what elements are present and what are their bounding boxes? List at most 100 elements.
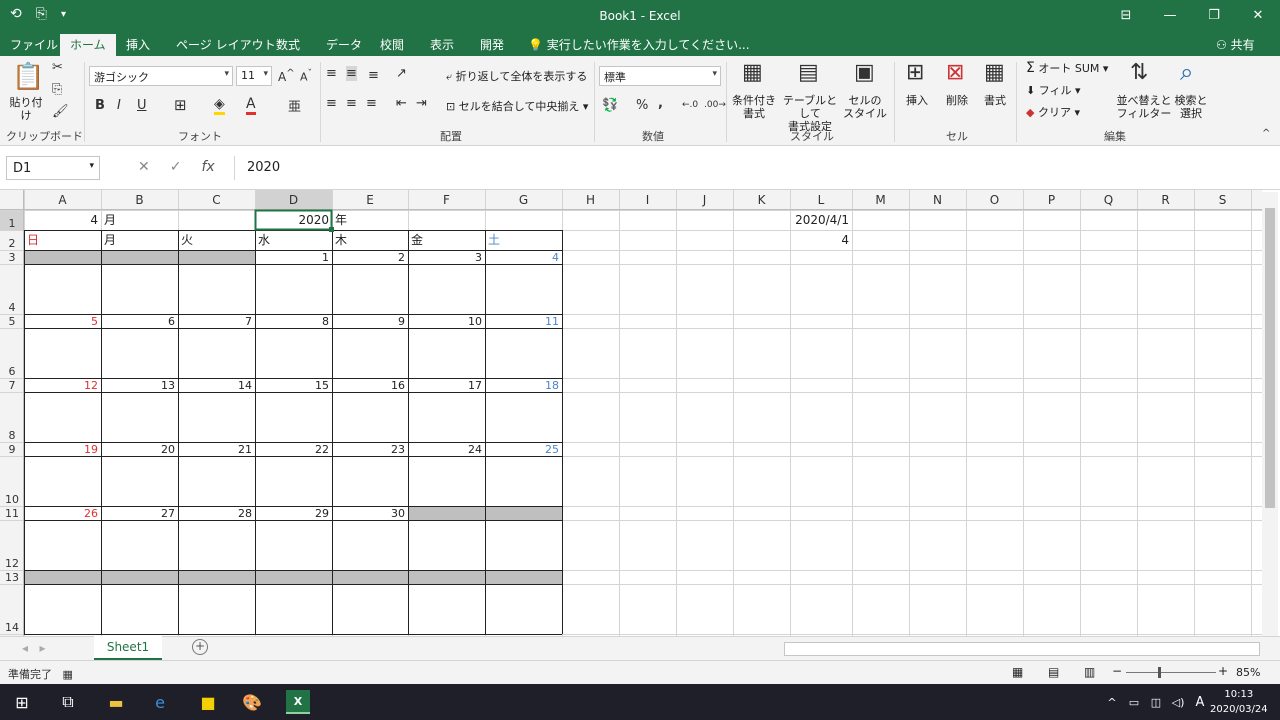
calendar-day[interactable]: 12 [84, 379, 98, 392]
calendar-day[interactable]: 3 [475, 251, 482, 264]
row-header-2[interactable]: 2 [9, 237, 16, 250]
fill-button[interactable]: ⬇ フィル ▾ [1026, 84, 1081, 97]
column-header-I[interactable]: I [646, 193, 650, 207]
column-header-D[interactable]: D [289, 193, 298, 207]
cell-E2[interactable]: 木 [335, 233, 347, 247]
tray-chevron-icon[interactable]: ^ [1100, 690, 1124, 714]
calendar-day[interactable]: 15 [315, 379, 329, 392]
calendar-day[interactable]: 1 [322, 251, 329, 264]
calendar-day[interactable]: 10 [468, 315, 482, 328]
calendar-day[interactable]: 24 [468, 443, 482, 456]
tab-formulas[interactable]: 数式 [276, 36, 300, 53]
normal-view-icon[interactable]: ▦ [1012, 665, 1023, 679]
ime-indicator[interactable]: A [1188, 690, 1212, 714]
cell-B1[interactable]: 月 [104, 213, 116, 227]
vertical-scroll-thumb[interactable] [1265, 208, 1275, 508]
row-header-4[interactable]: 4 [9, 301, 16, 314]
gray-cell[interactable] [101, 250, 178, 264]
cell-E1[interactable]: 年 [335, 213, 347, 227]
calendar-day[interactable]: 11 [545, 315, 559, 328]
sheet-nav-arrows[interactable]: ◂ ▸ [22, 641, 46, 655]
add-sheet-icon[interactable]: + [192, 639, 208, 655]
calendar-day[interactable]: 9 [398, 315, 405, 328]
tab-developer[interactable]: 開発 [480, 36, 504, 53]
orientation-icon[interactable]: ↗ [396, 66, 407, 81]
wrap-text-button[interactable]: ⤶ 折り返して全体を表示する [446, 70, 587, 83]
ribbon-display-icon[interactable]: ⊟ [1104, 0, 1148, 30]
sheet-tab-sheet1[interactable]: Sheet1 [94, 636, 162, 660]
cell-D1[interactable]: 2020 [298, 213, 329, 227]
row-header-10[interactable]: 10 [5, 493, 19, 506]
insert-cells-icon[interactable]: ⊞ [906, 60, 924, 85]
cell-C2[interactable]: 火 [181, 233, 193, 247]
row-header-14[interactable]: 14 [5, 621, 19, 634]
column-header-P[interactable]: P [1048, 193, 1055, 207]
calendar-day[interactable]: 28 [238, 507, 252, 520]
format-cells-button[interactable]: 書式 [980, 94, 1010, 107]
cell-B2[interactable]: 月 [104, 233, 116, 247]
close-icon[interactable]: ✕ [1236, 0, 1280, 30]
font-name-dropdown[interactable]: 游ゴシック [89, 66, 233, 86]
sort-filter-icon[interactable]: ⇅ [1130, 60, 1148, 85]
column-header-Q[interactable]: Q [1104, 193, 1113, 207]
zoom-in-icon[interactable]: + [1218, 664, 1228, 678]
tab-file[interactable]: ファイル [10, 36, 58, 53]
page-break-view-icon[interactable]: ▥ [1084, 665, 1095, 679]
row-header-11[interactable]: 11 [5, 507, 19, 520]
calendar-day[interactable]: 27 [161, 507, 175, 520]
cancel-icon[interactable]: ✕ [138, 159, 150, 175]
gray-cell[interactable] [24, 570, 101, 584]
paste-icon[interactable]: 📋 [12, 62, 44, 92]
tab-insert[interactable]: 挿入 [126, 36, 150, 53]
sort-filter-button[interactable]: 並べ替えと フィルター [1116, 94, 1172, 120]
calendar-day[interactable]: 2 [398, 251, 405, 264]
calendar-day[interactable]: 20 [161, 443, 175, 456]
cell-D2[interactable]: 水 [258, 233, 270, 247]
calendar-day[interactable]: 5 [91, 315, 98, 328]
row-header-9[interactable]: 9 [9, 443, 16, 456]
cell-L2[interactable]: 4 [841, 233, 849, 247]
row-header-13[interactable]: 13 [5, 571, 19, 584]
cell-A1[interactable]: 4 [90, 213, 98, 227]
column-header-L[interactable]: L [818, 193, 825, 207]
tab-home[interactable]: ホーム [60, 34, 116, 56]
zoom-out-icon[interactable]: − [1112, 664, 1122, 678]
align-left-icon[interactable]: ≡ [326, 96, 337, 111]
tab-view[interactable]: 表示 [430, 36, 454, 53]
gray-cell[interactable] [255, 570, 332, 584]
calendar-day[interactable]: 18 [545, 379, 559, 392]
calendar-day[interactable]: 13 [161, 379, 175, 392]
underline-button[interactable]: U [137, 98, 147, 113]
calendar-day[interactable]: 23 [391, 443, 405, 456]
taskbar-clock[interactable]: 10:13 2020/03/24 [1210, 687, 1268, 717]
insert-function-icon[interactable]: fx [201, 159, 214, 175]
calendar-day[interactable]: 30 [391, 507, 405, 520]
cell-styles-button[interactable]: セルの スタイル [842, 94, 888, 120]
column-header-G[interactable]: G [519, 193, 528, 207]
enter-icon[interactable]: ✓ [170, 159, 182, 175]
increase-decimal-icon[interactable]: ←.0 [682, 100, 698, 110]
delete-cells-button[interactable]: 削除 [942, 94, 972, 107]
align-center-icon[interactable]: ≡ [346, 96, 357, 111]
gray-cell[interactable] [485, 570, 562, 584]
formula-input[interactable]: 2020 [234, 156, 1274, 180]
decrease-decimal-icon[interactable]: .00→ [704, 100, 726, 110]
calendar-day[interactable]: 17 [468, 379, 482, 392]
calendar-day[interactable]: 26 [84, 507, 98, 520]
row-header-12[interactable]: 12 [5, 557, 19, 570]
increase-font-icon[interactable]: A^ [278, 68, 295, 84]
calendar-day[interactable]: 22 [315, 443, 329, 456]
calendar-day[interactable]: 7 [245, 315, 252, 328]
share-button[interactable]: ⚇ 共有 [1212, 34, 1264, 54]
tab-page-layout[interactable]: ページ レイアウト [176, 36, 276, 53]
phonetic-icon[interactable]: 亜 [288, 96, 301, 115]
gray-cell[interactable] [408, 570, 485, 584]
fill-handle[interactable] [329, 227, 334, 232]
worksheet-grid[interactable]: A B C D E F G H I J K L M N O P Q R S 1 2 3 4 5 6 7 8 9 10 11 12 13 14 4 月… [0, 190, 1280, 636]
calendar-day[interactable]: 8 [322, 315, 329, 328]
column-header-O[interactable]: O [990, 193, 999, 207]
zoom-slider[interactable] [1126, 672, 1216, 673]
sticky-notes-icon[interactable]: ■ [196, 690, 220, 714]
column-header-K[interactable]: K [758, 193, 767, 207]
cut-icon[interactable]: ✂ [52, 60, 63, 75]
